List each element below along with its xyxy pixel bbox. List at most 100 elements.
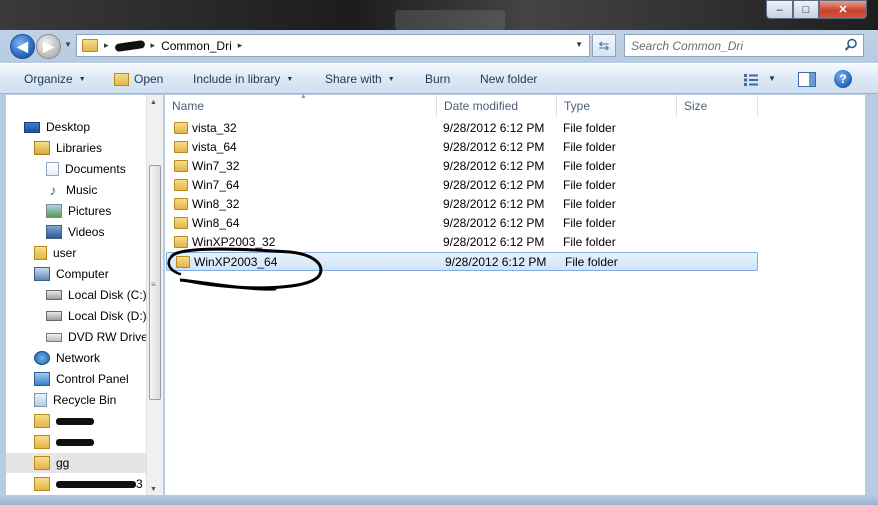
redacted-label: [56, 438, 94, 446]
documents-icon: [46, 162, 59, 176]
cell-date: 9/28/2012 6:12 PM: [443, 178, 545, 192]
maximize-button[interactable]: □: [793, 0, 819, 19]
table-row[interactable]: WinXP2003_64 9/28/2012 6:12 PM File folder: [166, 252, 758, 271]
breadcrumb-separator[interactable]: ▸: [238, 40, 243, 51]
address-dropdown-icon[interactable]: ▼: [575, 40, 583, 49]
sidebar-item[interactable]: Pictures: [46, 201, 111, 221]
sidebar-item[interactable]: Network: [34, 348, 100, 368]
breadcrumb-separator[interactable]: ▸: [104, 40, 109, 51]
title-bar-background: [395, 10, 505, 30]
sort-ascending-icon: ▲: [300, 93, 307, 100]
libraries-icon: [34, 141, 50, 155]
column-header-date[interactable]: Date modified: [437, 95, 557, 117]
include-in-library-menu[interactable]: Include in library ▼: [193, 72, 293, 86]
sidebar-item-label: Music: [66, 183, 98, 197]
sidebar-item[interactable]: Computer: [34, 264, 109, 284]
breadcrumb-current[interactable]: Common_Dri: [161, 39, 232, 53]
folder-icon: [34, 477, 50, 491]
sidebar-item[interactable]: [34, 432, 94, 452]
close-button[interactable]: ✕: [819, 0, 867, 19]
sidebar-item-label: Documents: [65, 162, 126, 176]
folder-icon: [174, 236, 188, 248]
scroll-up-icon[interactable]: ▲: [150, 99, 157, 106]
burn-button[interactable]: Burn: [425, 72, 450, 86]
user-folder-icon: [34, 246, 47, 260]
scroll-down-icon[interactable]: ▼: [150, 486, 157, 493]
sidebar-item[interactable]: Libraries: [34, 138, 102, 158]
new-folder-button[interactable]: New folder: [480, 72, 537, 86]
navigation-pane-scrollbar[interactable]: ▲ ≡ ▼: [146, 95, 163, 495]
sidebar-item[interactable]: ♪ Music: [46, 180, 98, 200]
cell-date: 9/28/2012 6:12 PM: [443, 197, 545, 211]
folder-icon: [174, 160, 188, 172]
change-view-icon[interactable]: [744, 74, 758, 86]
recent-pages-button[interactable]: ▼: [64, 40, 72, 49]
caret-down-icon: ▼: [286, 75, 294, 83]
sidebar-item-label: Videos: [68, 225, 105, 239]
sidebar-item[interactable]: Recycle Bin: [34, 390, 116, 410]
caret-down-icon: ▼: [78, 75, 86, 83]
cell-date: 9/28/2012 6:12 PM: [443, 121, 545, 135]
minimize-button[interactable]: –: [766, 0, 793, 19]
table-row[interactable]: WinXP2003_32 9/28/2012 6:12 PM File folder: [165, 233, 757, 252]
sidebar-item[interactable]: Desktop: [24, 117, 90, 137]
table-row[interactable]: Win8_64 9/28/2012 6:12 PM File folder: [165, 214, 757, 233]
column-type-label: Type: [564, 99, 591, 113]
sidebar-item[interactable]: Local Disk (D:): [46, 306, 147, 326]
sidebar-item[interactable]: Documents: [46, 159, 126, 179]
sidebar-item[interactable]: user: [34, 243, 76, 263]
forward-button[interactable]: ▶: [36, 34, 61, 59]
sidebar-item[interactable]: [34, 411, 94, 431]
search-input[interactable]: [631, 38, 841, 53]
forward-arrow-icon: ▶: [43, 38, 54, 54]
scrollbar-grip-icon: ≡: [151, 280, 156, 289]
sidebar-item[interactable]: 3: [34, 474, 143, 494]
breadcrumb-separator[interactable]: ▸: [151, 40, 156, 51]
redacted-breadcrumb[interactable]: [114, 39, 145, 52]
search-icon[interactable]: [844, 38, 858, 52]
title-bar[interactable]: – □ ✕: [0, 0, 878, 30]
sidebar-item[interactable]: Videos: [46, 222, 104, 242]
cell-type: File folder: [563, 197, 616, 211]
search-box[interactable]: [624, 34, 864, 57]
sidebar-item[interactable]: gg: [6, 453, 146, 473]
cell-name: Win8_64: [192, 216, 240, 230]
back-button[interactable]: ◀: [10, 34, 35, 59]
sidebar-item-label: Local Disk (D:): [68, 309, 147, 323]
address-bar[interactable]: ▸ ▸ Common_Dri ▸ ▼: [76, 34, 590, 57]
table-row[interactable]: Win7_32 9/28/2012 6:12 PM File folder: [165, 157, 757, 176]
sidebar-item-label: Network: [56, 351, 101, 365]
folder-icon: [174, 217, 188, 229]
refresh-button[interactable]: ⇆: [592, 34, 616, 57]
recycle-bin-icon: [34, 393, 47, 407]
open-button[interactable]: Open: [114, 72, 163, 86]
cell-date: 9/28/2012 6:12 PM: [443, 159, 545, 173]
navigation-pane: Desktop Libraries Documents ♪ Music Pictures V…: [6, 95, 162, 495]
table-row[interactable]: Win8_32 9/28/2012 6:12 PM File folder: [165, 195, 757, 214]
table-row[interactable]: Win7_64 9/28/2012 6:12 PM File folder: [165, 176, 757, 195]
column-header-size[interactable]: Size: [677, 95, 758, 117]
caret-down-icon: ▼: [387, 75, 395, 83]
column-header-type[interactable]: Type: [557, 95, 677, 117]
organize-menu[interactable]: Organize ▼: [24, 72, 86, 86]
cell-date: 9/28/2012 6:12 PM: [443, 235, 545, 249]
sidebar-item-label: Local Disk (C:): [68, 288, 147, 302]
folder-icon: [174, 122, 188, 134]
sidebar-item[interactable]: DVD RW Drive (: [46, 327, 155, 347]
cell-date: 9/28/2012 6:12 PM: [443, 140, 545, 154]
table-row[interactable]: vista_32 9/28/2012 6:12 PM File folder: [165, 119, 757, 138]
share-with-menu[interactable]: Share with ▼: [325, 72, 395, 86]
cell-type: File folder: [563, 121, 616, 135]
cell-name: vista_32: [192, 121, 237, 135]
table-row[interactable]: vista_64 9/28/2012 6:12 PM File folder: [165, 138, 757, 157]
preview-pane-icon[interactable]: [798, 72, 816, 87]
redacted-label: [56, 417, 94, 425]
view-options-caret-icon[interactable]: ▼: [768, 74, 776, 83]
sidebar-item[interactable]: Control Panel: [34, 369, 129, 389]
help-button[interactable]: ?: [834, 70, 852, 88]
sidebar-item[interactable]: Local Disk (C:): [46, 285, 147, 305]
column-header-name[interactable]: Name ▲: [165, 93, 437, 117]
back-arrow-icon: ◀: [17, 38, 28, 54]
dvd-drive-icon: [46, 332, 62, 342]
sidebar-item-label: Pictures: [68, 204, 112, 218]
